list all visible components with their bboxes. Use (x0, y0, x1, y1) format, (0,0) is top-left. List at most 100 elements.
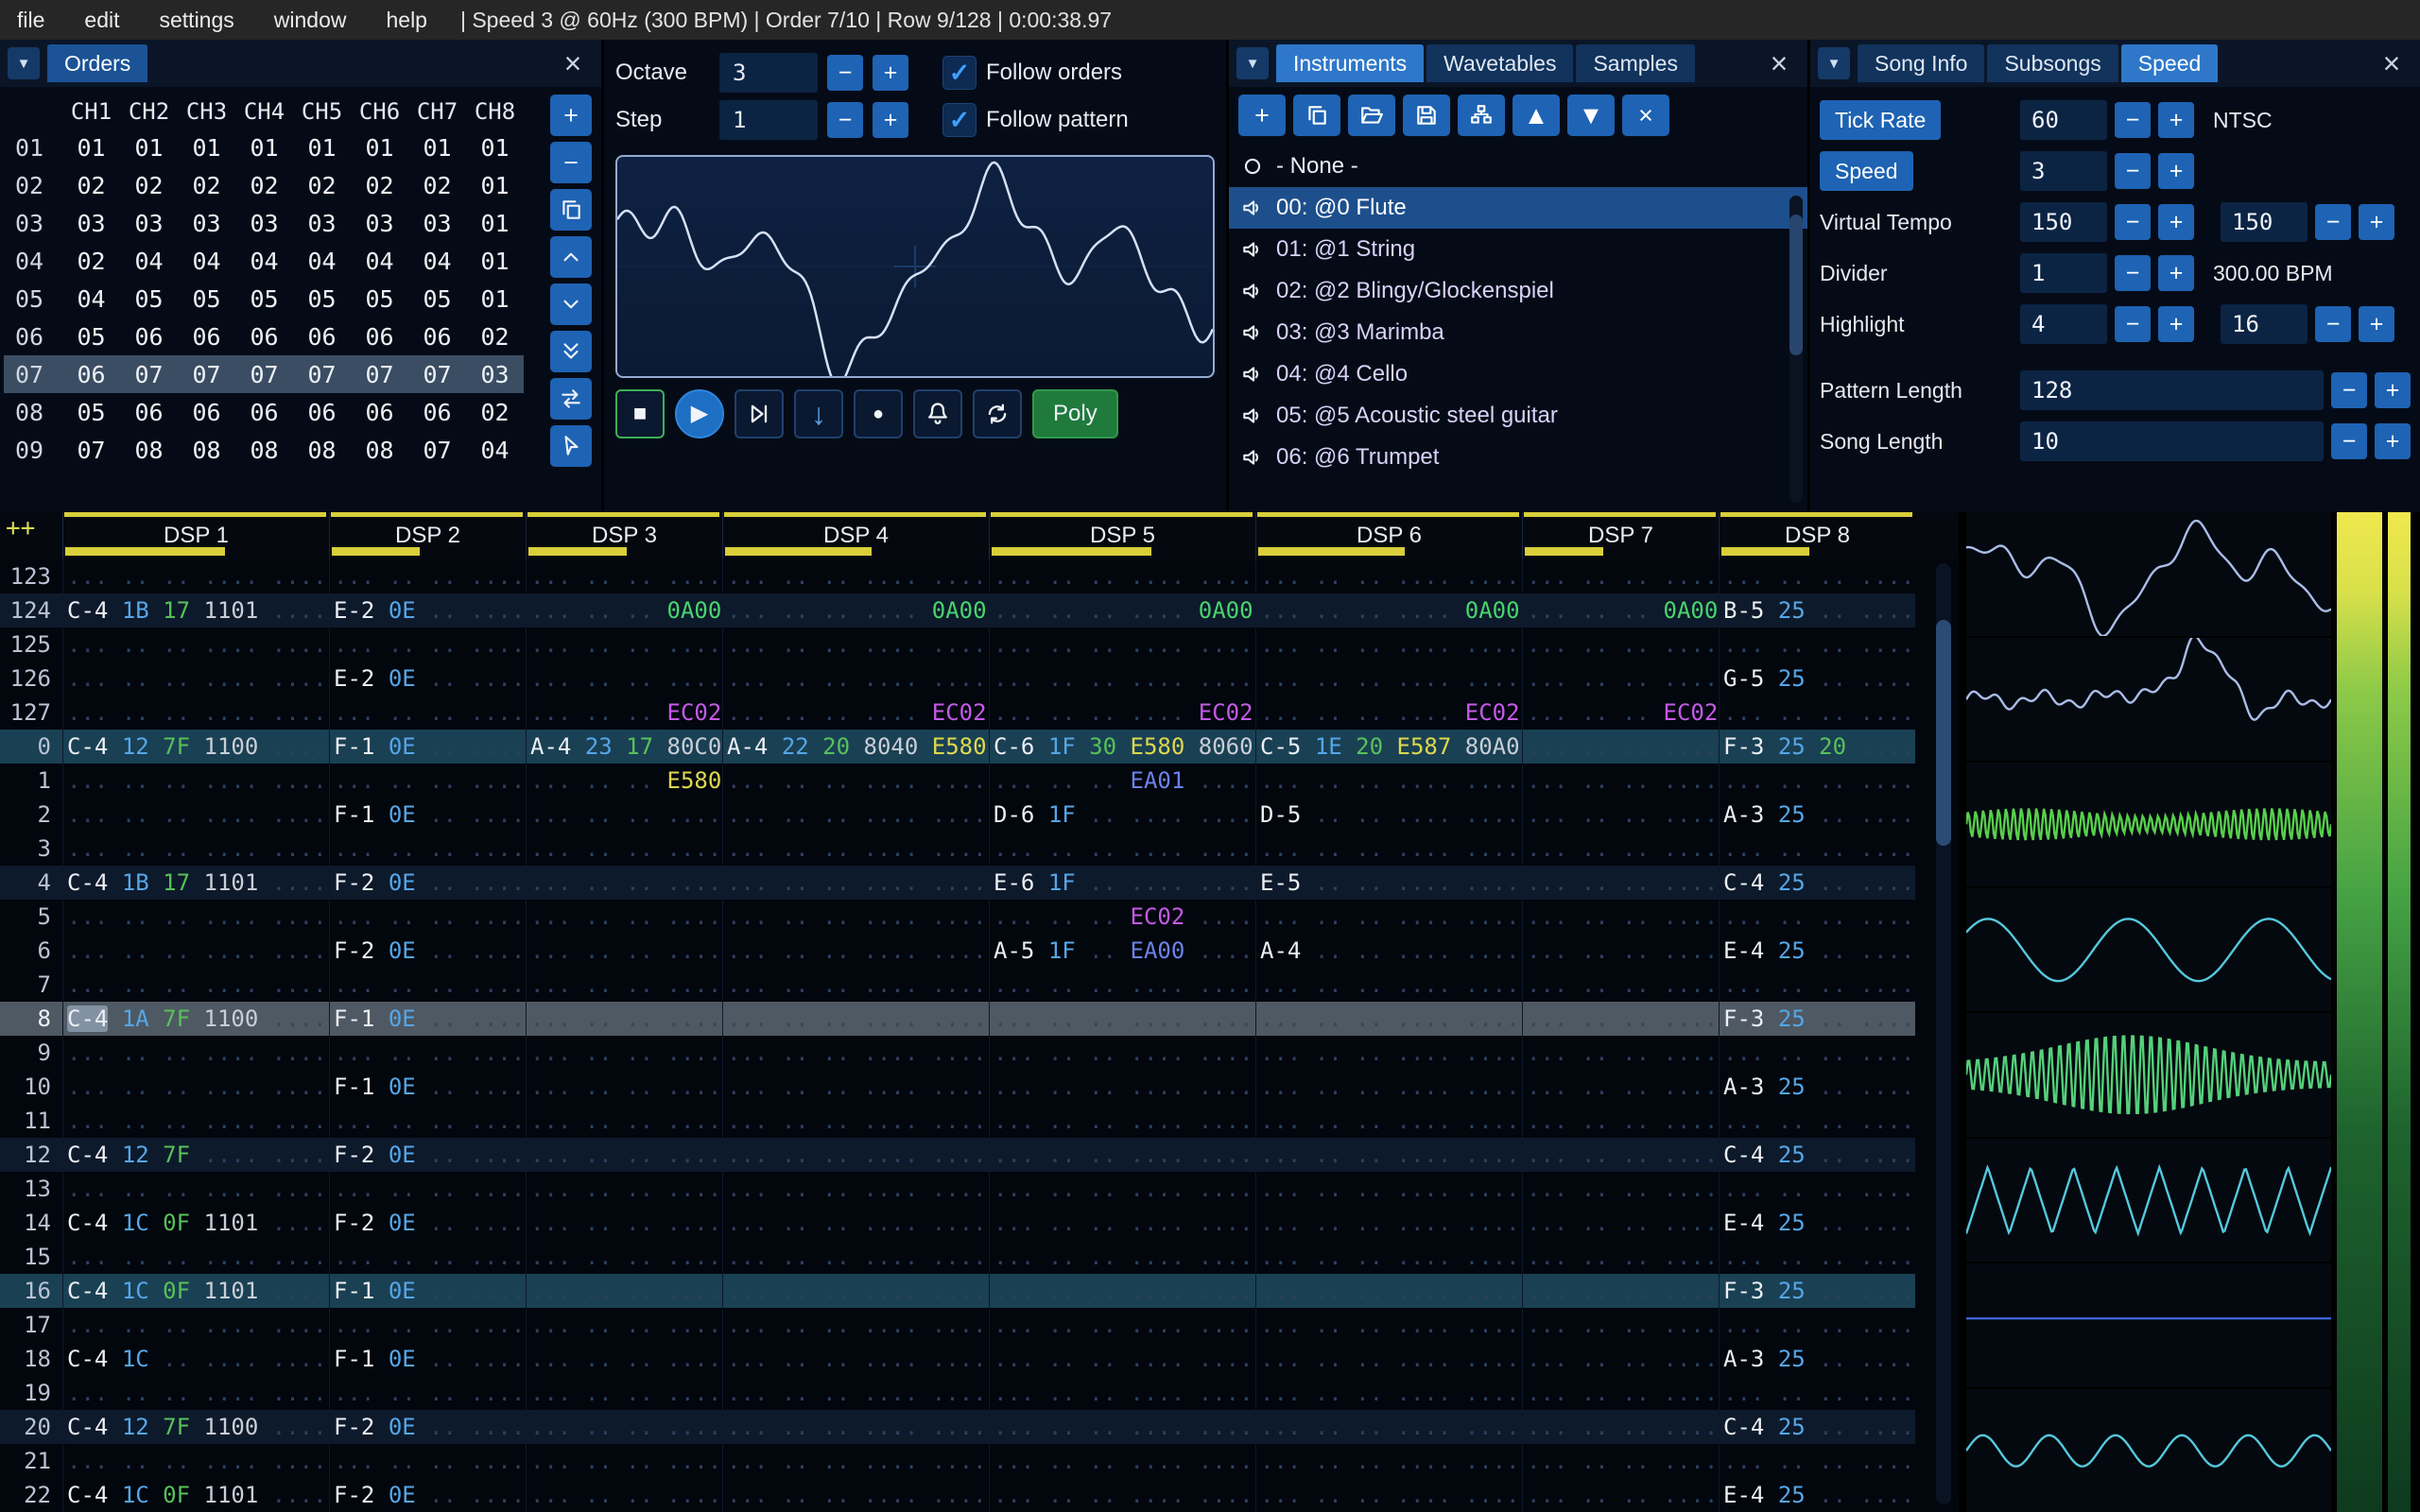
pattern-field-empty[interactable]: .. (626, 1346, 653, 1372)
pattern-field-empty[interactable]: ... (994, 1482, 1034, 1508)
pattern-field-empty[interactable]: .. (782, 1448, 809, 1474)
play-button[interactable]: ▶ (675, 389, 724, 438)
tick-rate-input[interactable]: 60 (2020, 100, 2107, 140)
pattern-field[interactable]: E-6 (994, 869, 1034, 896)
pattern-cell[interactable]: E-2 0E .. .... (329, 593, 526, 627)
pattern-field-empty[interactable]: .. (1315, 1448, 1342, 1474)
order-cell[interactable]: 06 (408, 323, 466, 351)
pattern-field-empty[interactable]: ... (1260, 699, 1301, 726)
pattern-field[interactable]: 0E (389, 1074, 416, 1100)
pattern-cell[interactable]: ... .. .. .... .... (1255, 832, 1522, 866)
pattern-cell[interactable]: F-1 0E .. .... (329, 798, 526, 832)
pattern-cell[interactable]: ... .. .. .... .... (989, 662, 1255, 696)
pattern-field-empty[interactable]: .... (272, 1005, 327, 1032)
pattern-field-empty[interactable]: ... (530, 1278, 571, 1304)
pattern-field-empty[interactable]: .... (1664, 1142, 1719, 1168)
pattern-cell[interactable]: A-4 23 17 80C0 (526, 730, 722, 764)
pattern-field-empty[interactable]: .... (1664, 563, 1719, 590)
pattern-field-empty[interactable]: .... (1131, 1278, 1185, 1304)
order-cell[interactable]: 08 (351, 437, 408, 464)
pattern-field-empty[interactable]: .. (429, 835, 457, 862)
pattern-field-empty[interactable]: ... (1527, 1414, 1567, 1440)
pattern-field-empty[interactable]: .. (1089, 665, 1116, 692)
pattern-cell[interactable]: ... .. .. .... .... (1255, 1444, 1522, 1478)
pattern-cell[interactable]: ... .. .. .... .... (722, 798, 989, 832)
pattern-field-empty[interactable]: .... (932, 1346, 987, 1372)
pattern-field-empty[interactable]: .... (1465, 1210, 1520, 1236)
pattern-field-empty[interactable]: .. (122, 835, 149, 862)
pattern-field[interactable]: C-6 (994, 733, 1034, 760)
pattern-field-empty[interactable]: .. (1089, 1380, 1116, 1406)
pattern-field-empty[interactable]: ... (727, 1482, 768, 1508)
pattern-cell[interactable]: ... .. .. .... (329, 1308, 526, 1342)
pattern-field-empty[interactable]: .. (122, 1108, 149, 1134)
pattern-cell[interactable]: A-3 25 .. .... (1719, 798, 1915, 832)
pattern-field-empty[interactable]: .... (1397, 1074, 1452, 1100)
pattern-field-empty[interactable]: .. (1356, 1278, 1383, 1304)
pattern-field-empty[interactable]: .... (471, 563, 526, 590)
pattern-cell[interactable]: ... .. .. EC02 (526, 696, 722, 730)
pattern-field-empty[interactable]: .. (1622, 1210, 1650, 1236)
pattern-field-empty[interactable]: .. (1315, 1414, 1342, 1440)
pattern-field-empty[interactable]: .... (1397, 937, 1452, 964)
pattern-field-empty[interactable]: .. (1356, 1142, 1383, 1168)
pattern-field[interactable]: 0F (163, 1210, 190, 1236)
pattern-cell[interactable]: ... .. .. .... (526, 1478, 722, 1512)
pattern-field[interactable]: 1A (122, 1005, 149, 1032)
pattern-field-empty[interactable]: .. (429, 971, 457, 998)
pattern-field-empty[interactable]: .. (1315, 869, 1342, 896)
pattern-field-empty[interactable]: .... (204, 1312, 259, 1338)
pattern-cell[interactable]: ... .. .. .... (526, 1240, 722, 1274)
order-cell[interactable]: 01 (466, 172, 524, 199)
pattern-cell[interactable]: ... .. .. .... (1719, 559, 1915, 593)
pattern-field-empty[interactable]: ... (994, 1312, 1034, 1338)
pattern-field[interactable]: 0E (389, 937, 416, 964)
pattern-field-empty[interactable]: .... (272, 1346, 327, 1372)
pattern-field-empty[interactable]: .. (1315, 1142, 1342, 1168)
pattern-cell[interactable]: ... .. .. .... .... (989, 1478, 1255, 1512)
pattern-cell[interactable]: ... .. .. .... (1719, 1240, 1915, 1274)
pattern-field[interactable]: 25 (1778, 1005, 1806, 1032)
pattern-field-empty[interactable]: .. (1582, 767, 1609, 794)
pattern-field-empty[interactable]: .. (1582, 903, 1609, 930)
pattern-field-empty[interactable]: .. (626, 869, 653, 896)
pattern-field-empty[interactable]: .. (585, 1278, 613, 1304)
pattern-cell[interactable]: E-4 25 .. .... (1719, 1206, 1915, 1240)
pattern-field-empty[interactable]: .. (1819, 1142, 1846, 1168)
pattern-field-empty[interactable]: .... (1465, 1142, 1520, 1168)
pattern-cell[interactable]: ... .. .. .... .... (722, 1070, 989, 1104)
pattern-field-empty[interactable]: .. (1089, 1414, 1116, 1440)
pattern-field-empty[interactable]: ... (994, 1278, 1034, 1304)
order-cell[interactable]: 03 (351, 210, 408, 237)
pattern-field-empty[interactable]: .. (1622, 733, 1650, 760)
pattern-cell[interactable]: ... .. .. .... .... (989, 1104, 1255, 1138)
pattern-field[interactable]: 20 (1819, 733, 1846, 760)
pattern-field[interactable]: 12 (122, 733, 149, 760)
pattern-field-empty[interactable]: .. (782, 1040, 809, 1066)
pattern-field-empty[interactable]: .. (782, 597, 809, 624)
pattern-cell[interactable]: ... .. .. .... (1522, 662, 1719, 696)
pattern-field-empty[interactable]: .. (1315, 971, 1342, 998)
pattern-field-empty[interactable]: .... (932, 1278, 987, 1304)
pattern-cell[interactable]: E-5 .. .. .... .... (1255, 866, 1522, 900)
pattern-field-empty[interactable]: .... (1465, 903, 1520, 930)
pattern-field[interactable]: 7F (163, 1414, 190, 1440)
pattern-cell[interactable]: ... .. .. .... .... (722, 1410, 989, 1444)
pattern-field-empty[interactable]: .. (1582, 1005, 1609, 1032)
pattern-field-empty[interactable]: .... (1860, 903, 1915, 930)
pattern-field-empty[interactable]: .... (864, 835, 919, 862)
pattern-field-empty[interactable]: ... (530, 903, 571, 930)
pattern-cell[interactable]: ... .. .. .... .... (989, 1070, 1255, 1104)
pattern-field-empty[interactable]: .. (1048, 597, 1076, 624)
pattern-cell[interactable]: ... .. .. .... .... (722, 1036, 989, 1070)
pattern-field-empty[interactable]: .. (1315, 1482, 1342, 1508)
pattern-field-empty[interactable]: .... (932, 665, 987, 692)
pattern-field-empty[interactable]: ... (1260, 665, 1301, 692)
pattern-field-empty[interactable]: .. (1356, 767, 1383, 794)
pattern-field-empty[interactable]: .. (585, 1210, 613, 1236)
pattern-field-empty[interactable]: ... (994, 1005, 1034, 1032)
highlight-increase-button[interactable]: + (2158, 306, 2194, 342)
pattern-field-empty[interactable]: .. (782, 835, 809, 862)
divider-increase-button[interactable]: + (2158, 255, 2194, 291)
pattern-cell[interactable]: ... .. .. .... (329, 764, 526, 798)
